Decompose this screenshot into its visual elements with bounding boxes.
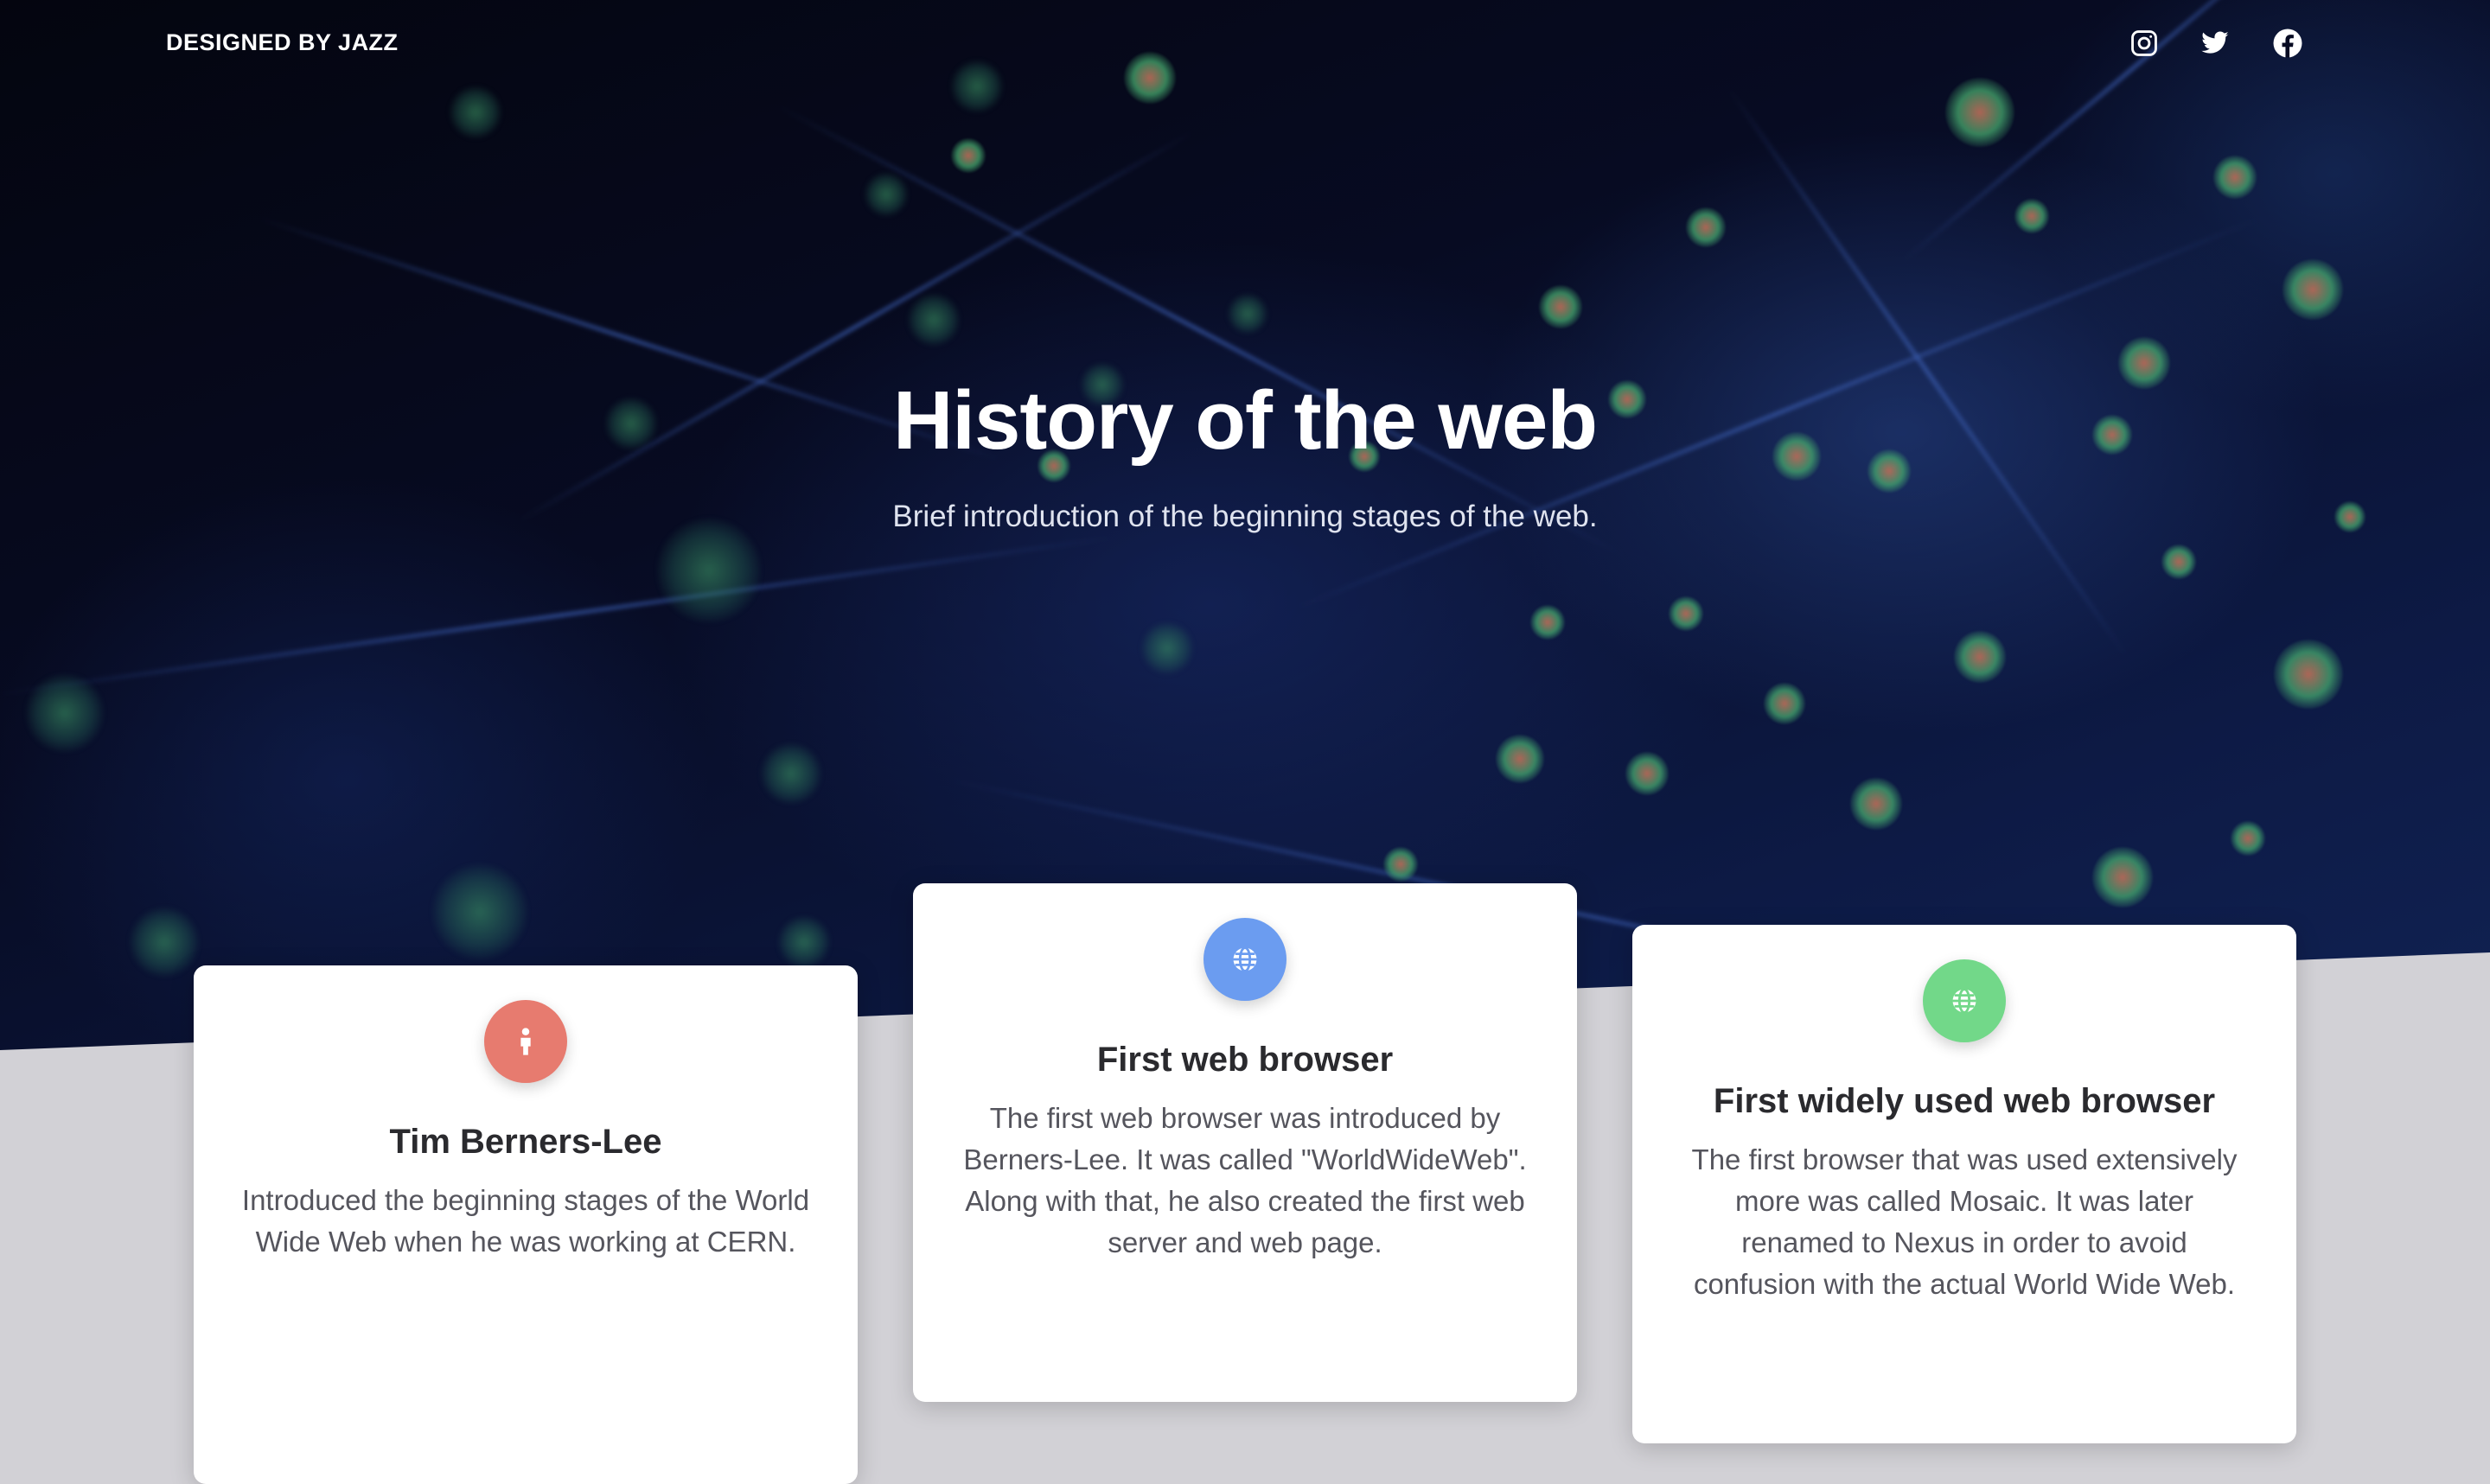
twitter-icon[interactable] [2198,26,2232,61]
card-title: First widely used web browser [1713,1082,2216,1120]
card-title: First web browser [1096,1041,1394,1079]
card-first-web-browser: First web browser The first web browser … [913,883,1577,1402]
card-text: Introduced the beginning stages of the W… [241,1184,810,1258]
card-title: Tim Berners-Lee [389,1123,662,1161]
card-text: The first browser that was used extensiv… [1691,1143,2238,1300]
facebook-icon[interactable] [2270,26,2305,61]
globe-icon [1923,959,2006,1042]
hero-title: History of the web [892,374,1598,467]
card-text: The first web browser was introduced by … [963,1102,1527,1258]
hero-subtitle: Brief introduction of the beginning stag… [892,500,1598,533]
globe-icon [1204,918,1286,1001]
person-icon [484,1000,567,1083]
card-first-widely-used-browser: First widely used web browser The first … [1632,925,2296,1443]
instagram-icon[interactable] [2127,26,2161,61]
card-tim-berners-lee: Tim Berners-Lee Introduced the beginning… [194,965,858,1484]
brand-logo-text[interactable]: DESIGNED BY JAZZ [166,29,399,56]
top-navigation: DESIGNED BY JAZZ [0,0,2490,86]
